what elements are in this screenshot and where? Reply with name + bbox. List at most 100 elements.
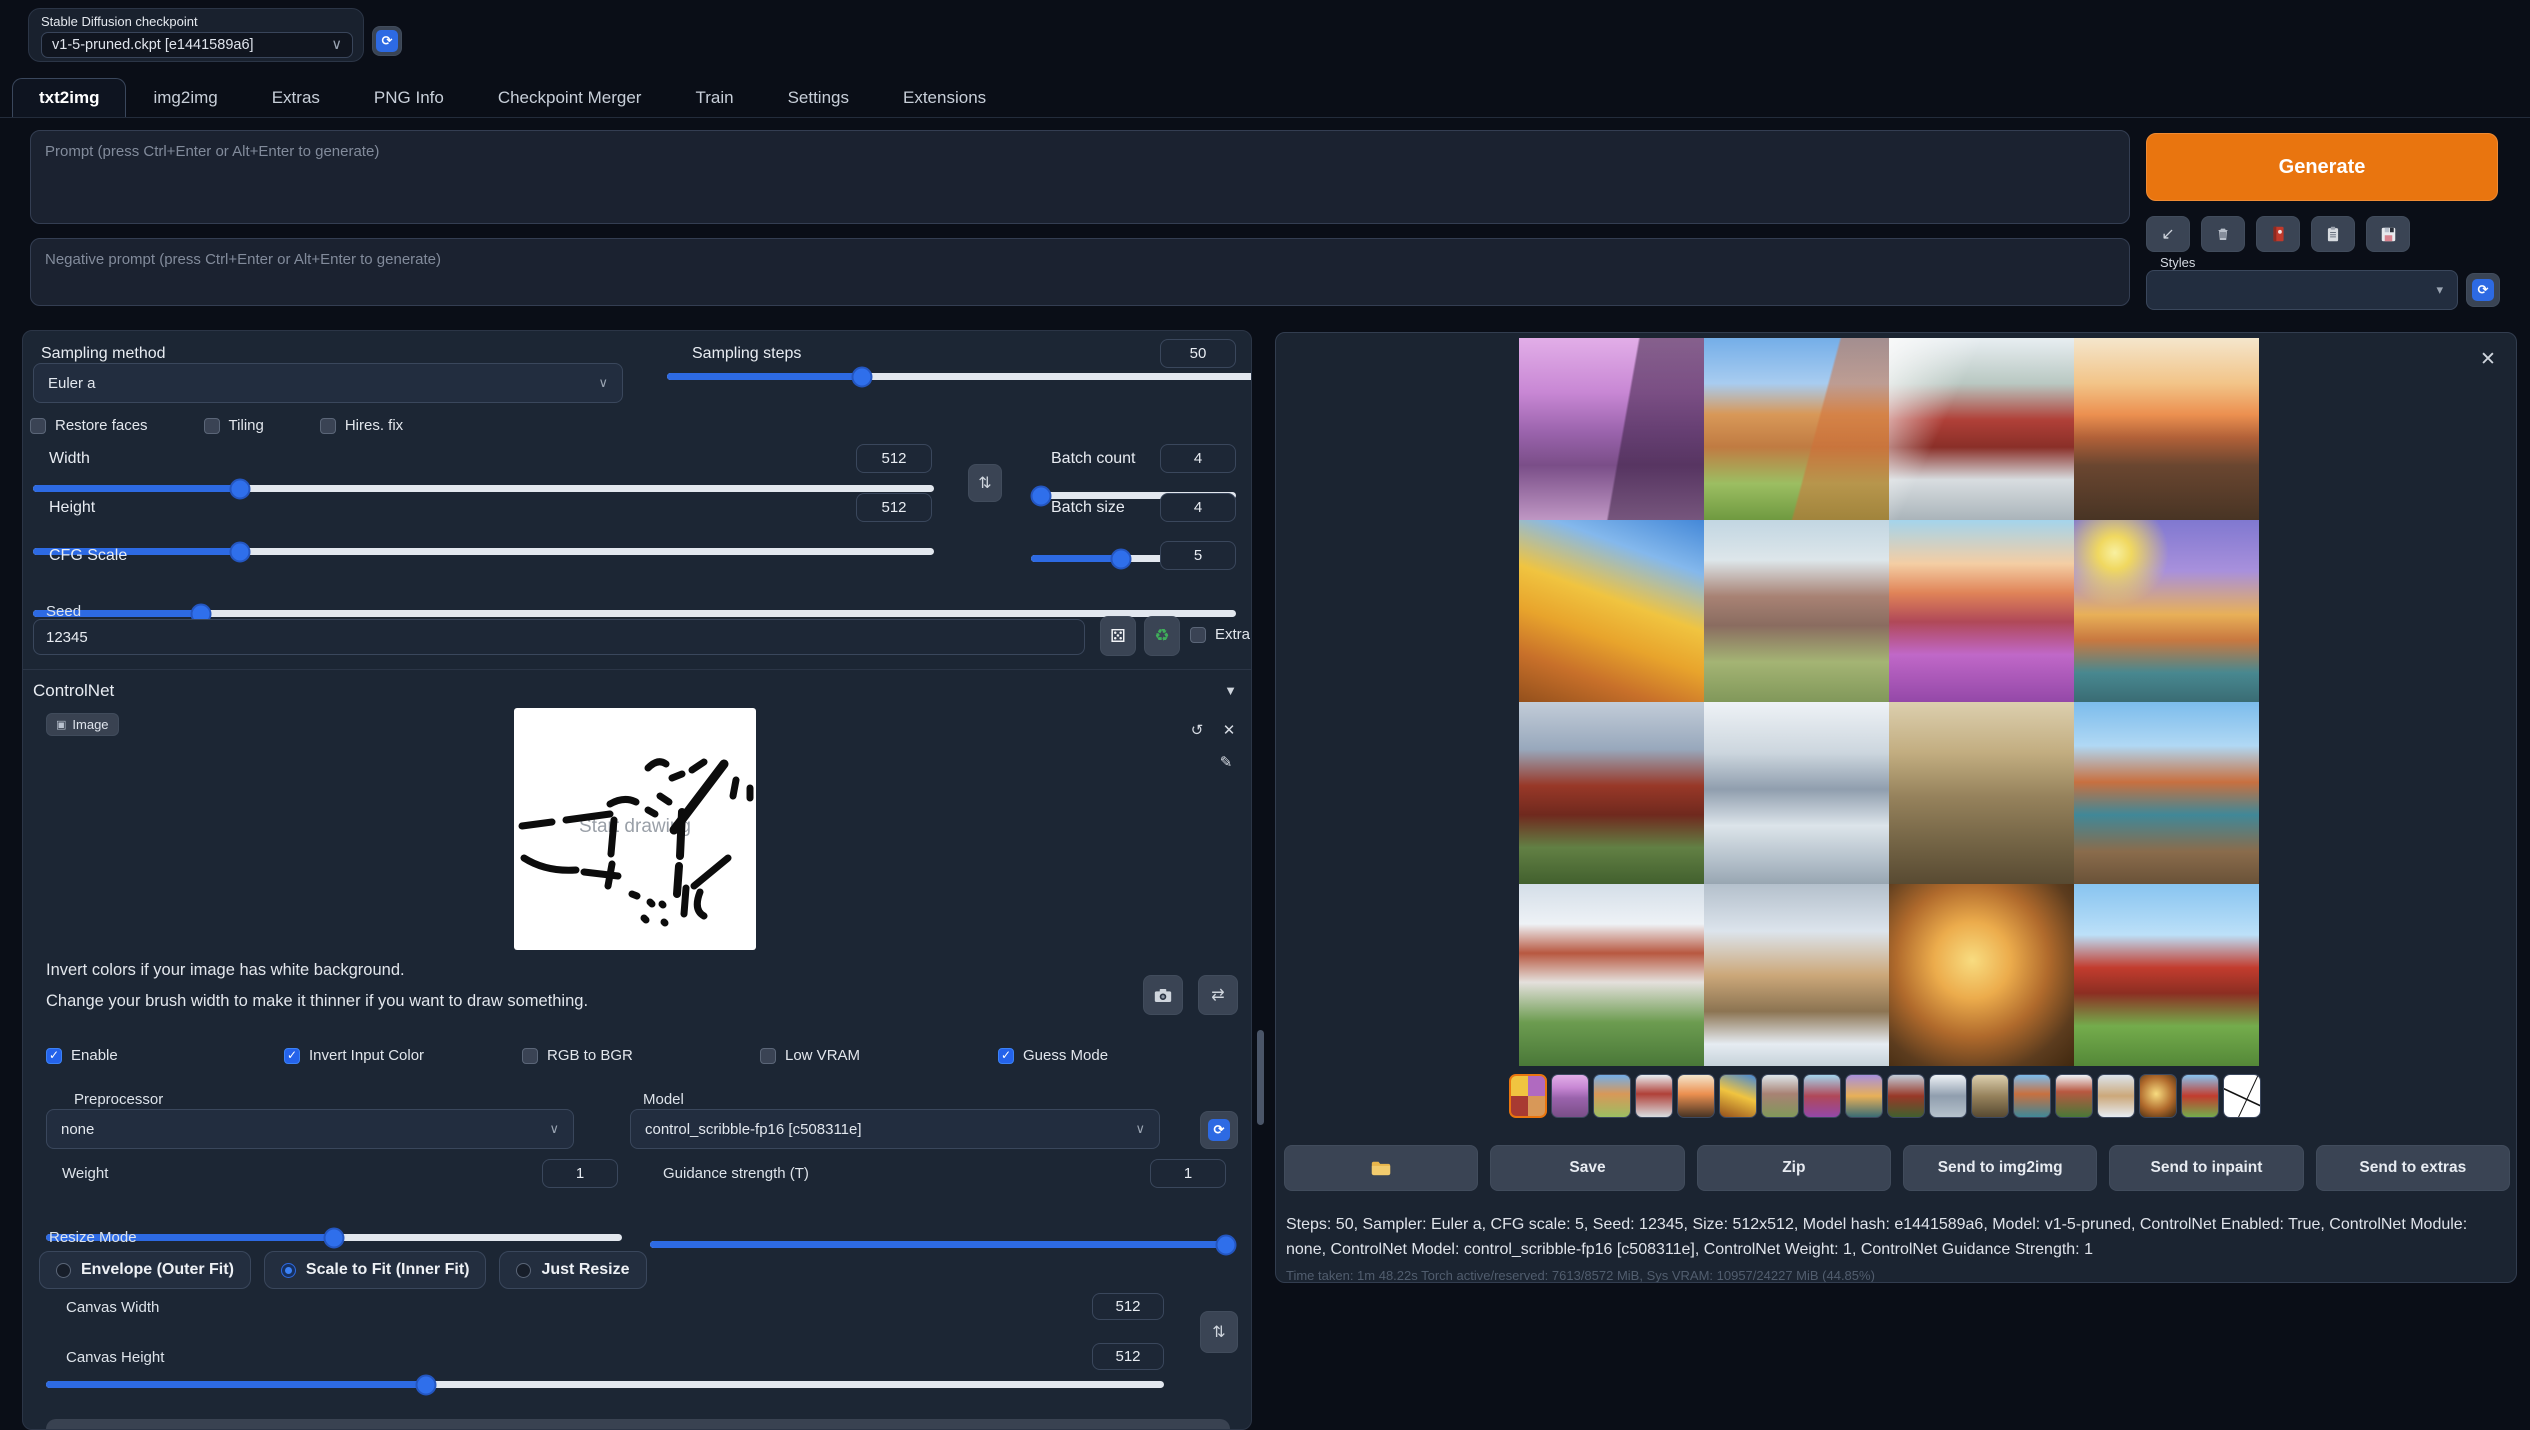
controlnet-model-select[interactable]: control_scribble-fp16 [c508311e] ∨ [630, 1109, 1160, 1149]
thumb-12[interactable] [2013, 1074, 2051, 1118]
thumb-3[interactable] [1635, 1074, 1673, 1118]
styles-refresh-button[interactable]: ⟳ [2466, 273, 2500, 307]
thumb-2[interactable] [1593, 1074, 1631, 1118]
sampling-steps-slider[interactable] [667, 373, 1252, 380]
send-to-extras-button[interactable]: Send to extras [2316, 1145, 2510, 1191]
prompt-input[interactable] [30, 130, 2130, 224]
gallery-image-14[interactable] [1704, 884, 1889, 1066]
clear-image-button[interactable]: ✕ [1216, 719, 1242, 741]
paste-button[interactable]: ↙ [2146, 216, 2190, 252]
tab-train[interactable]: Train [668, 78, 760, 118]
thumb-13[interactable] [2055, 1074, 2093, 1118]
send-to-inpaint-button[interactable]: Send to inpaint [2109, 1145, 2303, 1191]
gallery-image-2[interactable] [1704, 338, 1889, 520]
resize-scale-to-fit-radio[interactable]: Scale to Fit (Inner Fit) [264, 1251, 487, 1289]
swap-dimensions-button[interactable]: ⇅ [968, 464, 1002, 502]
width-input[interactable]: 512 [856, 444, 932, 473]
weight-input[interactable]: 1 [542, 1159, 618, 1188]
thumb-6[interactable] [1761, 1074, 1799, 1118]
batch-size-input[interactable]: 4 [1160, 493, 1236, 522]
clear-prompt-button[interactable] [2201, 216, 2245, 252]
reuse-seed-button[interactable]: ♻ [1144, 616, 1180, 656]
styles-select[interactable]: ▾ [2146, 270, 2458, 310]
gallery-image-1[interactable] [1519, 338, 1704, 520]
gallery-close-button[interactable]: ✕ [2474, 345, 2502, 373]
left-panel-scrollbar[interactable] [1257, 1030, 1264, 1125]
thumb-scribble[interactable] [2223, 1074, 2261, 1118]
tab-txt2img[interactable]: txt2img [12, 78, 126, 118]
tab-settings[interactable]: Settings [761, 78, 876, 118]
gallery-image-3[interactable] [1889, 338, 2074, 520]
open-folder-button[interactable] [1284, 1145, 1478, 1191]
tab-png-info[interactable]: PNG Info [347, 78, 471, 118]
width-slider[interactable] [33, 485, 934, 492]
thumb-14[interactable] [2097, 1074, 2135, 1118]
thumb-1[interactable] [1551, 1074, 1589, 1118]
style-apply-button[interactable] [2256, 216, 2300, 252]
tab-img2img[interactable]: img2img [126, 78, 244, 118]
cfg-scale-slider[interactable] [33, 610, 1236, 617]
tab-extras[interactable]: Extras [245, 78, 347, 118]
zip-button[interactable]: Zip [1697, 1145, 1891, 1191]
guidance-strength-input[interactable]: 1 [1150, 1159, 1226, 1188]
negative-prompt-input[interactable] [30, 238, 2130, 306]
gallery-image-6[interactable] [1704, 520, 1889, 702]
resize-just-resize-radio[interactable]: Just Resize [499, 1251, 646, 1289]
save-button[interactable]: Save [1490, 1145, 1684, 1191]
guidance-strength-slider[interactable] [650, 1241, 1226, 1248]
cn-guess-mode-checkbox[interactable]: Guess Mode [998, 1047, 1236, 1064]
gallery-image-12[interactable] [2074, 702, 2259, 884]
gallery-image-5[interactable] [1519, 520, 1704, 702]
cn-low-vram-checkbox[interactable]: Low VRAM [760, 1047, 998, 1064]
gallery-image-10[interactable] [1704, 702, 1889, 884]
tab-checkpoint-merger[interactable]: Checkpoint Merger [471, 78, 669, 118]
cfg-scale-input[interactable]: 5 [1160, 541, 1236, 570]
gallery-image-7[interactable] [1889, 520, 2074, 702]
gallery-image-13[interactable] [1519, 884, 1704, 1066]
canvas-width-slider[interactable] [46, 1381, 1164, 1388]
sampling-steps-input[interactable]: 50 [1160, 339, 1236, 368]
copy-params-button[interactable] [2311, 216, 2355, 252]
thumb-8[interactable] [1845, 1074, 1883, 1118]
thumb-11[interactable] [1971, 1074, 2009, 1118]
model-refresh-button[interactable]: ⟳ [1200, 1111, 1238, 1149]
mirror-webcam-button[interactable]: ⇄ [1198, 975, 1238, 1015]
thumb-10[interactable] [1929, 1074, 1967, 1118]
seed-input[interactable] [33, 619, 1085, 655]
gallery-image-15[interactable] [1889, 884, 2074, 1066]
sampling-method-select[interactable]: Euler a ∨ [33, 363, 623, 403]
controlnet-image-tab[interactable]: ▣ Image [46, 713, 119, 736]
gallery-image-16[interactable] [2074, 884, 2259, 1066]
canvas-width-input[interactable]: 512 [1092, 1293, 1164, 1320]
controlnet-accordion-header[interactable]: ControlNet ▼ [33, 681, 1243, 707]
gallery-image-4[interactable] [2074, 338, 2259, 520]
thumb-9[interactable] [1887, 1074, 1925, 1118]
random-seed-button[interactable]: ⚄ [1100, 616, 1136, 656]
gallery-image-9[interactable] [1519, 702, 1704, 884]
brush-button[interactable]: ✎ [1213, 751, 1239, 773]
cn-rgb-bgr-checkbox[interactable]: RGB to BGR [522, 1047, 760, 1064]
generate-button[interactable]: Generate [2146, 133, 2498, 201]
height-input[interactable]: 512 [856, 493, 932, 522]
extra-seed-checkbox[interactable]: Extra [1190, 626, 1250, 643]
undo-button[interactable]: ↺ [1184, 719, 1210, 741]
webcam-button[interactable] [1143, 975, 1183, 1015]
cn-enable-checkbox[interactable]: Enable [46, 1047, 284, 1064]
preprocessor-select[interactable]: none ∨ [46, 1109, 574, 1149]
resize-envelope-radio[interactable]: Envelope (Outer Fit) [39, 1251, 251, 1289]
checkpoint-select[interactable]: v1-5-pruned.ckpt [e1441589a6] ∨ [41, 32, 353, 58]
restore-faces-checkbox[interactable]: Restore faces [30, 417, 148, 434]
gallery-image-11[interactable] [1889, 702, 2074, 884]
batch-count-input[interactable]: 4 [1160, 444, 1236, 473]
thumb-4[interactable] [1677, 1074, 1715, 1118]
tiling-checkbox[interactable]: Tiling [204, 417, 264, 434]
thumb-7[interactable] [1803, 1074, 1841, 1118]
thumb-15[interactable] [2139, 1074, 2177, 1118]
swap-canvas-dims-button[interactable]: ⇅ [1200, 1311, 1238, 1353]
save-style-button[interactable] [2366, 216, 2410, 252]
canvas-height-input[interactable]: 512 [1092, 1343, 1164, 1370]
create-blank-canvas-button[interactable] [46, 1419, 1230, 1430]
thumb-5[interactable] [1719, 1074, 1757, 1118]
checkpoint-refresh-button[interactable]: ⟳ [372, 26, 402, 56]
send-to-img2img-button[interactable]: Send to img2img [1903, 1145, 2097, 1191]
